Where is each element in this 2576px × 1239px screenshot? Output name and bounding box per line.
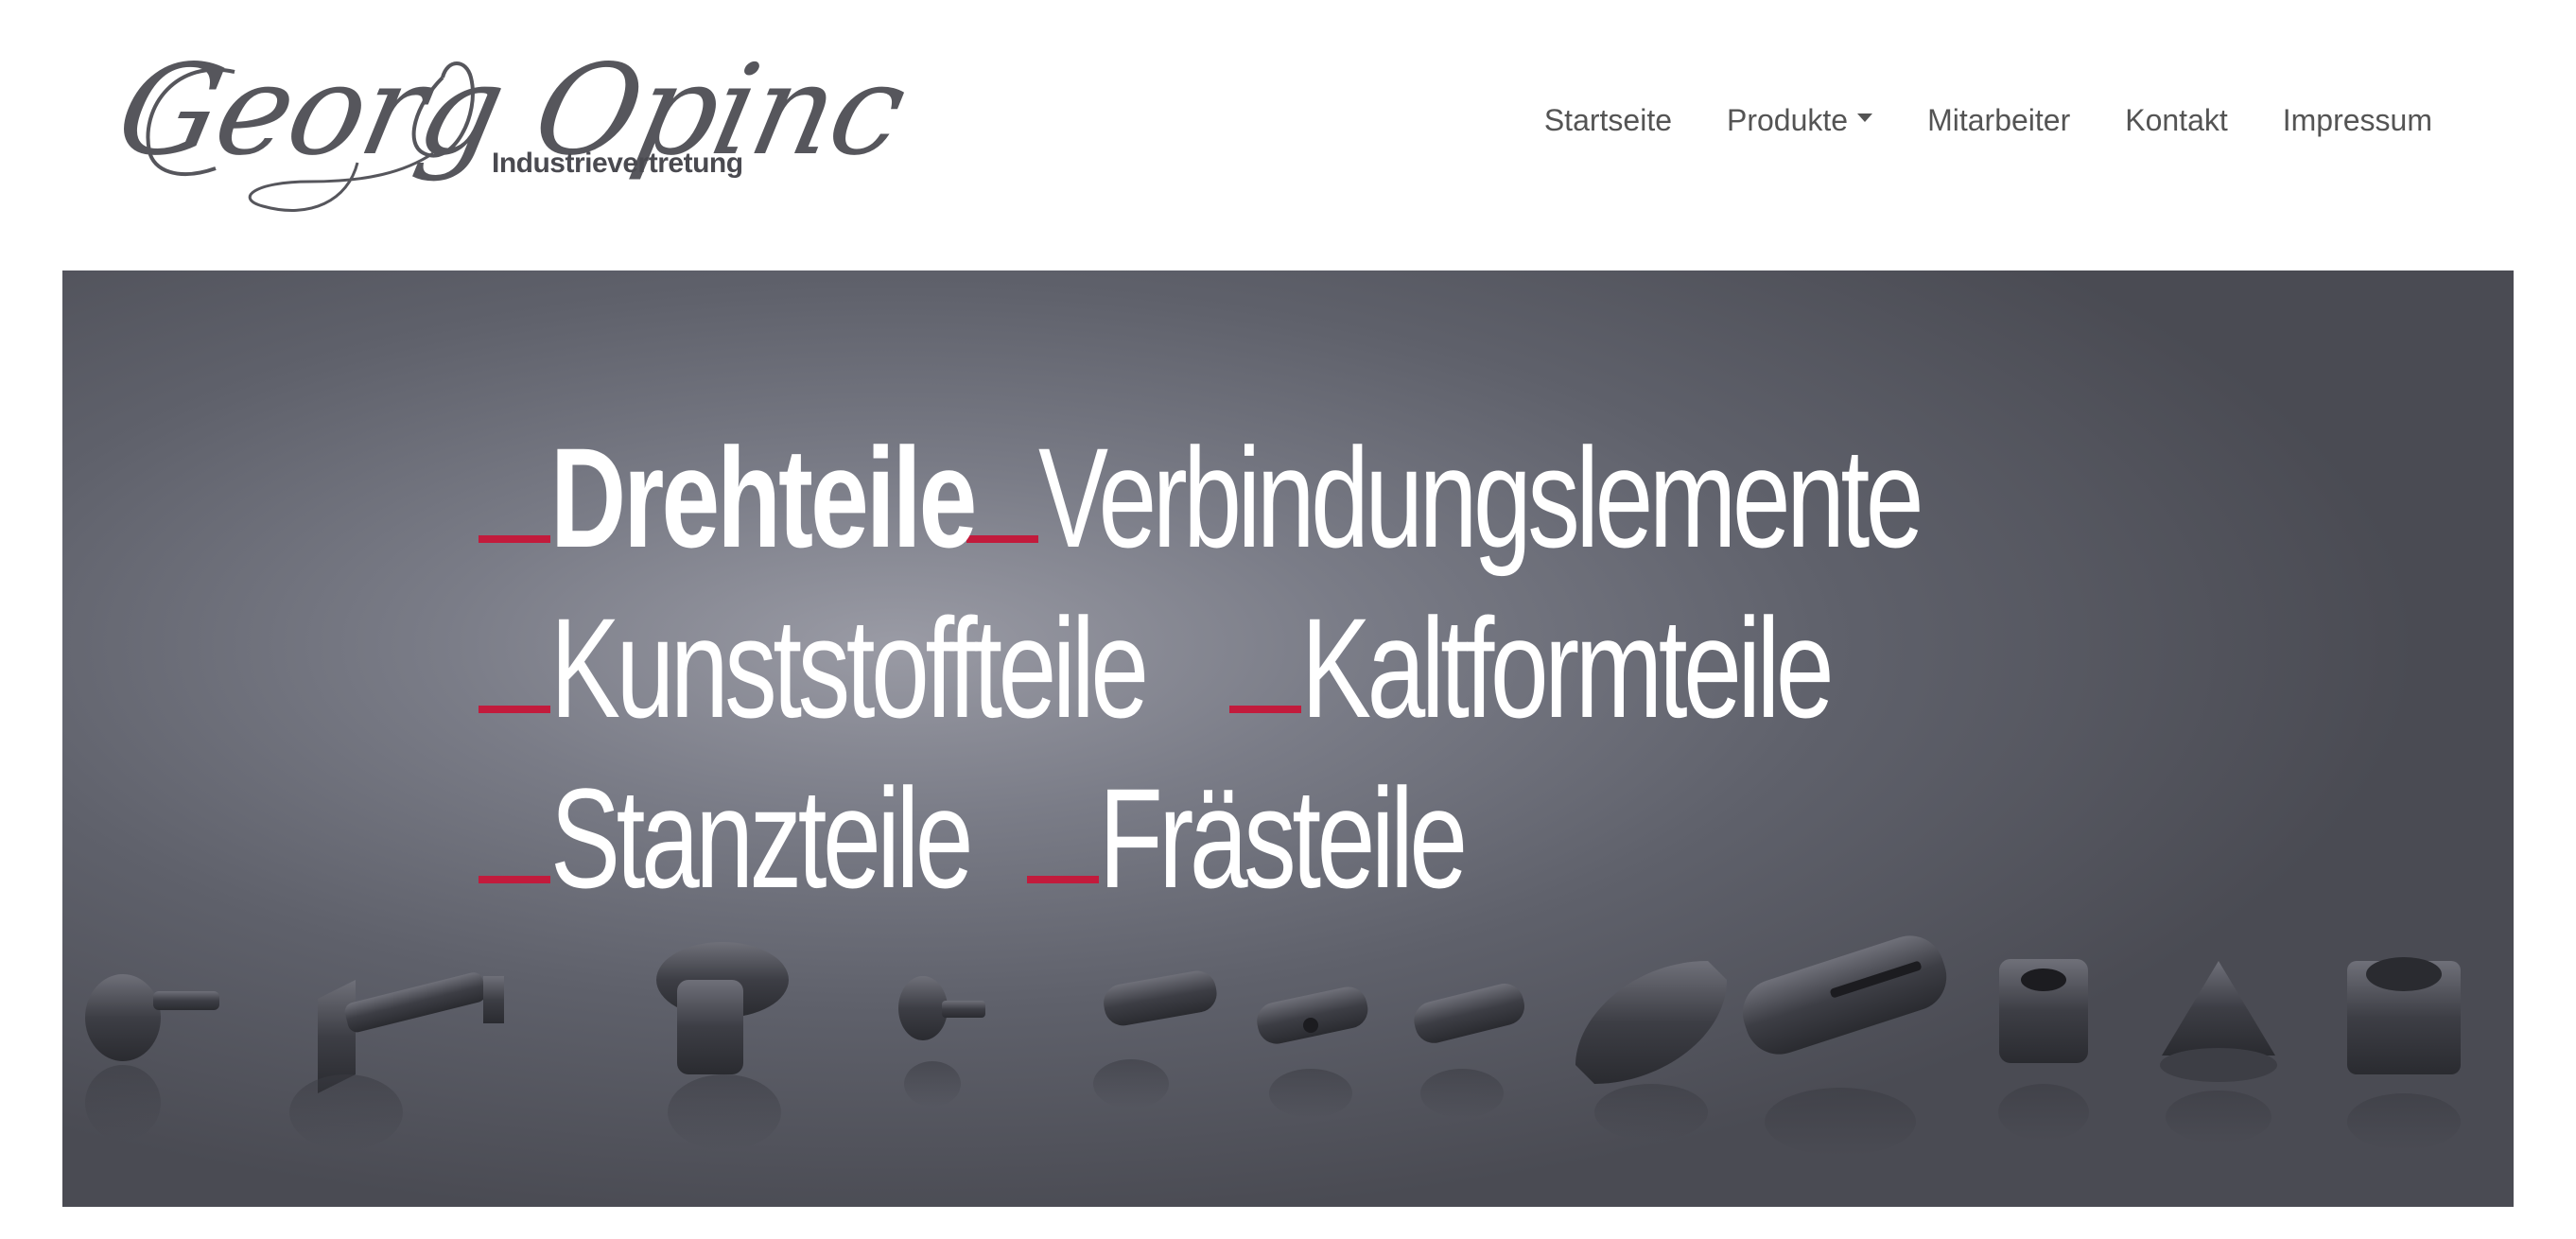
nav-label: Mitarbeiter	[1927, 103, 2071, 137]
headline-term: Kunststoffteile	[479, 583, 1231, 753]
small-screw-icon[interactable]	[898, 976, 985, 1107]
nav-item-startseite[interactable]: Startseite	[1517, 96, 1699, 144]
headline-word: Stanzteile	[550, 759, 974, 917]
cylinder-pin-icon[interactable]	[1093, 968, 1220, 1108]
angled-nozzle-icon[interactable]	[1575, 961, 1727, 1141]
cross-hole-pin-icon[interactable]	[1254, 984, 1372, 1118]
logo-subtitle: Industrievertretung	[492, 148, 743, 179]
accent-underscore-icon	[479, 535, 550, 543]
headline-term: Kaltformteile	[1229, 583, 2016, 753]
headline-word: Frästeile	[1099, 759, 1468, 917]
hero-headline: Drehteile Verbindungslemente Kunststofft…	[479, 412, 2230, 923]
nav-label: Kontakt	[2125, 103, 2228, 137]
headline-term: Verbindungslemente	[966, 412, 2230, 583]
headline-term: Drehteile	[479, 412, 977, 583]
nav-item-mitarbeiter[interactable]: Mitarbeiter	[1900, 96, 2097, 144]
nav-item-kontakt[interactable]: Kontakt	[2097, 96, 2255, 144]
nav-label: Impressum	[2282, 103, 2432, 137]
hero-banner: Drehteile Verbindungslemente Kunststofft…	[62, 270, 2514, 1207]
main-navigation: Startseite Produkte Mitarbeiter Kontakt …	[1517, 96, 2432, 144]
headline-word: Kaltformteile	[1301, 588, 1835, 747]
headline-term: Frästeile	[1027, 753, 1592, 923]
site-header: Georg Opinc Industrievertretung Startsei…	[0, 0, 2576, 270]
accent-underscore-icon	[1027, 876, 1099, 883]
nav-item-produkte[interactable]: Produkte	[1699, 96, 1900, 144]
nav-item-impressum[interactable]: Impressum	[2255, 96, 2432, 144]
slotted-shaft-icon[interactable]	[1734, 927, 1956, 1156]
flanged-fitting-icon[interactable]	[656, 942, 789, 1150]
headline-line: Kunststoffteile Kaltformteile	[479, 583, 2230, 753]
square-block-icon[interactable]	[1998, 959, 2089, 1141]
accent-underscore-icon	[966, 535, 1038, 543]
accent-underscore-icon	[479, 706, 550, 713]
cone-fitting-icon[interactable]	[2160, 961, 2277, 1143]
headline-term: Stanzteile	[479, 753, 1027, 923]
nav-label: Produkte	[1727, 103, 1849, 137]
headline-line: Drehteile Verbindungslemente	[479, 412, 2230, 583]
headline-word: Kunststoffteile	[550, 588, 1149, 747]
accent-underscore-icon	[1229, 706, 1301, 713]
company-logo[interactable]: Georg Opinc Industrievertretung	[106, 38, 916, 219]
threaded-bolt-icon[interactable]	[289, 970, 504, 1150]
headline-word: Verbindungslemente	[1038, 418, 1924, 577]
headline-word: Drehteile	[550, 418, 977, 577]
product-parts-strip	[85, 927, 2461, 1156]
accent-underscore-icon	[479, 876, 550, 883]
chevron-down-icon	[1857, 113, 1873, 122]
nav-label: Startseite	[1543, 103, 1672, 137]
slotted-pin-icon[interactable]	[1410, 980, 1528, 1118]
headline-line: Stanzteile Frästeile	[479, 753, 2230, 923]
bevel-gear-part-icon[interactable]	[85, 974, 219, 1141]
hex-nut-fitting-icon[interactable]	[2347, 957, 2461, 1150]
